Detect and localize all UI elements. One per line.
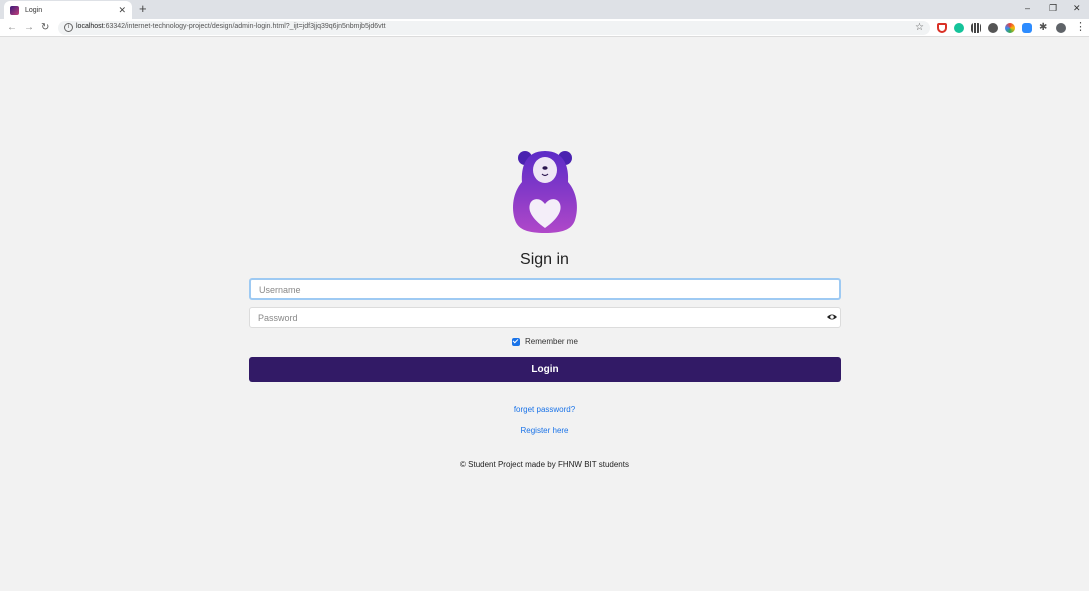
remember-me-checkbox[interactable]	[512, 337, 520, 346]
register-link[interactable]: Register here	[0, 426, 1089, 435]
forgot-password-link[interactable]: forget password?	[0, 405, 1089, 414]
page-title: Sign in	[520, 251, 569, 268]
tab-close-icon[interactable]: ✕	[118, 5, 126, 15]
browser-tab[interactable]: Login ✕	[4, 1, 132, 19]
password-field[interactable]	[249, 307, 841, 328]
new-tab-button[interactable]: +	[139, 2, 147, 16]
minimize-button[interactable]: –	[1025, 2, 1030, 14]
browser-tab-bar: Login ✕ + – ❐ ✕	[0, 0, 1089, 19]
color-extension-icon[interactable]	[1005, 23, 1015, 33]
reload-button[interactable]: ↻	[41, 21, 49, 34]
puzzle-extensions-icon[interactable]: ✱	[1039, 23, 1049, 33]
close-window-button[interactable]: ✕	[1073, 2, 1081, 14]
profile-avatar[interactable]	[1056, 23, 1066, 33]
favicon-icon	[10, 5, 19, 15]
bear-logo-icon	[513, 151, 577, 233]
dark-mode-extension-icon[interactable]	[988, 23, 998, 33]
remember-me-label: Remember me	[525, 337, 578, 346]
grammarly-extension-icon[interactable]	[954, 23, 964, 33]
address-bar[interactable]: i localhost:63342/internet-technology-pr…	[58, 21, 930, 35]
password-input[interactable]	[250, 308, 840, 328]
shield-extension-icon[interactable]	[937, 23, 947, 33]
restore-button[interactable]: ❐	[1049, 2, 1057, 14]
show-password-eye-icon[interactable]	[826, 311, 838, 323]
tab-title: Login	[25, 6, 43, 14]
browser-menu-icon[interactable]: ⋮	[1075, 21, 1086, 34]
url-path: :63342/internet-technology-project/desig…	[103, 23, 386, 30]
back-button[interactable]: ←	[7, 21, 17, 34]
zoom-extension-icon[interactable]	[1022, 23, 1032, 33]
info-icon[interactable]: i	[64, 23, 73, 32]
remember-me[interactable]: Remember me	[512, 337, 578, 346]
barcode-extension-icon[interactable]	[971, 23, 981, 33]
forward-button[interactable]: →	[24, 21, 34, 34]
username-input[interactable]	[251, 281, 839, 299]
browser-toolbar: ← → ↻ i localhost:63342/internet-technol…	[0, 19, 1089, 37]
url-host: localhost	[76, 23, 104, 30]
footer-text: © Student Project made by FHNW BIT stude…	[460, 460, 629, 469]
bookmark-star-icon[interactable]: ☆	[915, 21, 924, 35]
url-text[interactable]: localhost:63342/internet-technology-proj…	[76, 23, 386, 30]
login-button[interactable]: Login	[249, 357, 841, 382]
username-field[interactable]	[249, 278, 841, 300]
